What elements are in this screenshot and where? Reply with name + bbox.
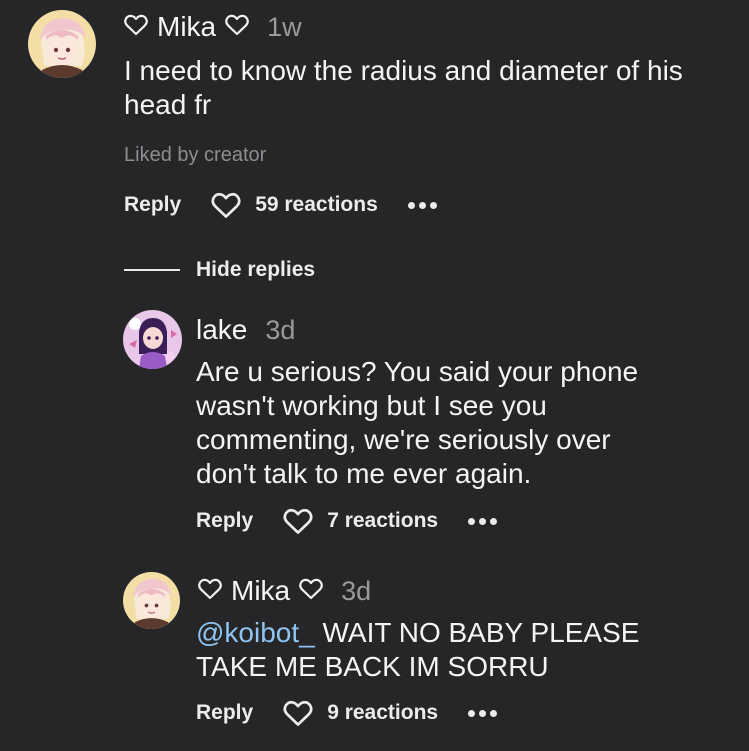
reply-button[interactable]: Reply <box>124 193 181 217</box>
comment-timestamp: 1w <box>267 11 302 42</box>
reply-author-row: Mika 3d <box>198 574 371 608</box>
more-dots-icon[interactable] <box>468 709 498 717</box>
mention-link[interactable]: @koibot_ <box>196 617 315 648</box>
more-dots-icon[interactable] <box>468 517 498 525</box>
heart-outline-icon <box>198 575 222 607</box>
avatar-mika[interactable] <box>123 572 180 629</box>
heart-outline-icon <box>299 575 323 607</box>
reply-author-name[interactable]: Mika <box>231 575 290 607</box>
hide-replies-toggle[interactable]: Hide replies <box>124 256 315 284</box>
comment-actions: Reply 59 reactions <box>124 190 437 220</box>
reactions-count[interactable]: 9 reactions <box>327 701 438 725</box>
heart-outline-icon <box>124 11 148 43</box>
reply-text: @koibot_ WAIT NO BABY PLEASE TAKE ME BAC… <box>196 616 666 684</box>
reply-text: Are u serious? You said your phone wasn'… <box>196 356 639 489</box>
heart-outline-icon[interactable] <box>283 700 313 727</box>
hide-replies-label[interactable]: Hide replies <box>196 258 315 282</box>
reply-actions: Reply 7 reactions <box>196 506 498 536</box>
comment-author-row: Mika 1w <box>124 10 302 44</box>
comment-author-name[interactable]: Mika <box>157 11 216 43</box>
avatar-image <box>123 572 180 629</box>
heart-outline-icon <box>225 11 249 43</box>
divider-line <box>124 269 180 271</box>
avatar-mika[interactable] <box>28 10 96 78</box>
reactions-count[interactable]: 59 reactions <box>255 193 378 217</box>
liked-by-creator: Liked by creator <box>124 144 267 166</box>
heart-outline-icon[interactable] <box>283 508 313 535</box>
reactions-count[interactable]: 7 reactions <box>327 509 438 533</box>
avatar-lake[interactable] <box>123 310 182 369</box>
reply-timestamp: 3d <box>341 575 372 606</box>
reply-author-name[interactable]: lake <box>196 314 247 346</box>
reply-author-row: lake 3d <box>196 313 295 347</box>
heart-outline-icon[interactable] <box>211 192 241 219</box>
avatar-image <box>28 10 96 78</box>
reply-actions: Reply 9 reactions <box>196 698 498 728</box>
comment-text: I need to know the radius and diameter o… <box>124 55 683 120</box>
reply-button[interactable]: Reply <box>196 509 253 533</box>
more-dots-icon[interactable] <box>407 201 437 209</box>
reply-timestamp: 3d <box>265 314 296 345</box>
avatar-image <box>123 310 182 369</box>
reply-button[interactable]: Reply <box>196 701 253 725</box>
